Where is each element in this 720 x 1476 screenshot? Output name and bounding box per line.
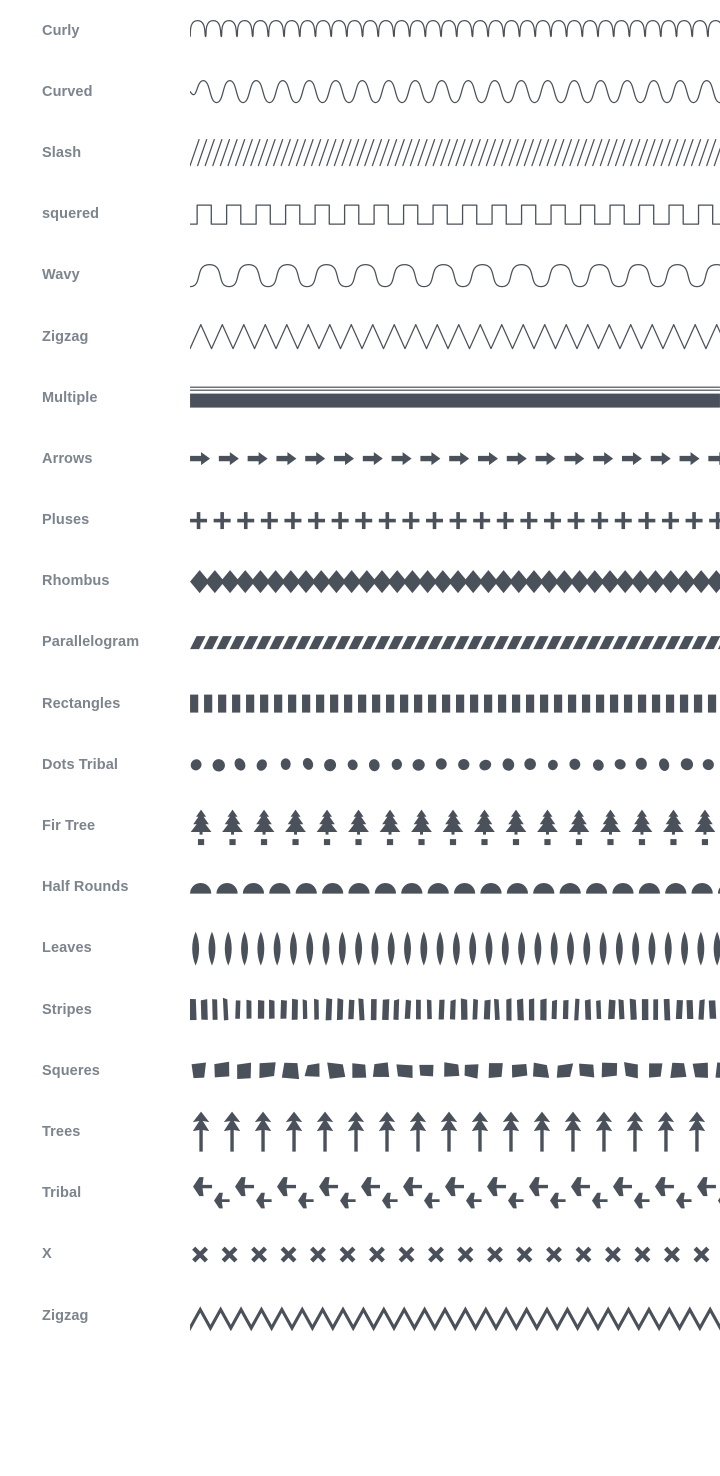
pattern-row-trees[interactable]: Trees <box>0 1101 720 1162</box>
pattern-row-dots-tribal[interactable]: Dots Tribal <box>0 734 720 795</box>
parallelogram-pattern-icon[interactable] <box>190 612 720 673</box>
pattern-label: Rectangles <box>42 695 121 712</box>
pattern-label: Tribal <box>42 1184 82 1201</box>
pattern-row-zigzag-thick[interactable]: Zigzag <box>0 1285 720 1346</box>
pattern-row-curly-line[interactable]: Curly <box>0 0 720 61</box>
pattern-row-stripes[interactable]: Stripes <box>0 979 720 1040</box>
pattern-row-pluses[interactable]: Pluses <box>0 490 720 551</box>
pattern-label: Trees <box>42 1123 81 1140</box>
pattern-row-parallelogram[interactable]: Parallelogram <box>0 612 720 673</box>
pattern-list: Curly Curved Slash squered Wavy Zigzag Multipl… <box>0 0 720 1346</box>
pattern-label: Wavy <box>42 267 80 284</box>
rectangles-pattern-icon[interactable] <box>190 673 720 734</box>
leaves-pattern-icon[interactable] <box>190 918 720 979</box>
pattern-label: Curved <box>42 83 93 100</box>
arrows-pattern-icon[interactable] <box>190 428 720 489</box>
pattern-label: Curly <box>42 22 80 39</box>
pattern-row-x[interactable]: X <box>0 1224 720 1285</box>
pluses-pattern-icon[interactable] <box>190 490 720 551</box>
pattern-row-leaves[interactable]: Leaves <box>0 918 720 979</box>
pattern-row-arrows[interactable]: Arrows <box>0 428 720 489</box>
pattern-label: Rhombus <box>42 573 110 590</box>
x-pattern-icon[interactable] <box>190 1224 720 1285</box>
wavy-line-pattern-icon[interactable] <box>190 245 720 306</box>
pattern-label: Squeres <box>42 1062 100 1079</box>
curly-line-pattern-icon[interactable] <box>190 0 720 61</box>
pattern-label: Parallelogram <box>42 634 140 651</box>
pattern-row-rhombus[interactable]: Rhombus <box>0 551 720 612</box>
pattern-row-zigzag-line[interactable]: Zigzag <box>0 306 720 367</box>
squared-line-pattern-icon[interactable] <box>190 184 720 245</box>
pattern-row-multiple-line[interactable]: Multiple <box>0 367 720 428</box>
pattern-label: Stripes <box>42 1001 92 1018</box>
pattern-label: X <box>42 1246 52 1263</box>
pattern-row-slash-line[interactable]: Slash <box>0 122 720 183</box>
zigzag-thick-pattern-icon[interactable] <box>190 1285 720 1346</box>
multiple-line-pattern-icon[interactable] <box>190 367 720 428</box>
pattern-row-fir-tree[interactable]: Fir Tree <box>0 795 720 856</box>
pattern-label: Leaves <box>42 940 92 957</box>
pattern-row-squeres[interactable]: Squeres <box>0 1040 720 1101</box>
tribal-pattern-icon[interactable] <box>190 1163 720 1224</box>
half-rounds-pattern-icon[interactable] <box>190 857 720 918</box>
pattern-label: squered <box>42 205 100 222</box>
dots-tribal-pattern-icon[interactable] <box>190 734 720 795</box>
pattern-row-rectangles[interactable]: Rectangles <box>0 673 720 734</box>
pattern-label: Multiple <box>42 389 98 406</box>
zigzag-line-pattern-icon[interactable] <box>190 306 720 367</box>
rhombus-pattern-icon[interactable] <box>190 551 720 612</box>
stripes-pattern-icon[interactable] <box>190 979 720 1040</box>
pattern-row-curved-line[interactable]: Curved <box>0 61 720 122</box>
pattern-row-tribal[interactable]: Tribal <box>0 1163 720 1224</box>
pattern-row-half-rounds[interactable]: Half Rounds <box>0 857 720 918</box>
pattern-row-squared-line[interactable]: squered <box>0 184 720 245</box>
pattern-label: Half Rounds <box>42 878 129 895</box>
trees-pattern-icon[interactable] <box>190 1101 720 1162</box>
fir-tree-pattern-icon[interactable] <box>190 795 720 856</box>
slash-line-pattern-icon[interactable] <box>190 122 720 183</box>
pattern-label: Arrows <box>42 450 93 467</box>
pattern-label: Slash <box>42 144 82 161</box>
pattern-label: Dots Tribal <box>42 756 119 773</box>
squeres-pattern-icon[interactable] <box>190 1040 720 1101</box>
pattern-label: Zigzag <box>42 328 89 345</box>
pattern-row-wavy-line[interactable]: Wavy <box>0 245 720 306</box>
pattern-label: Zigzag <box>42 1307 89 1324</box>
pattern-label: Fir Tree <box>42 817 96 834</box>
curved-line-pattern-icon[interactable] <box>190 61 720 122</box>
pattern-label: Pluses <box>42 511 90 528</box>
